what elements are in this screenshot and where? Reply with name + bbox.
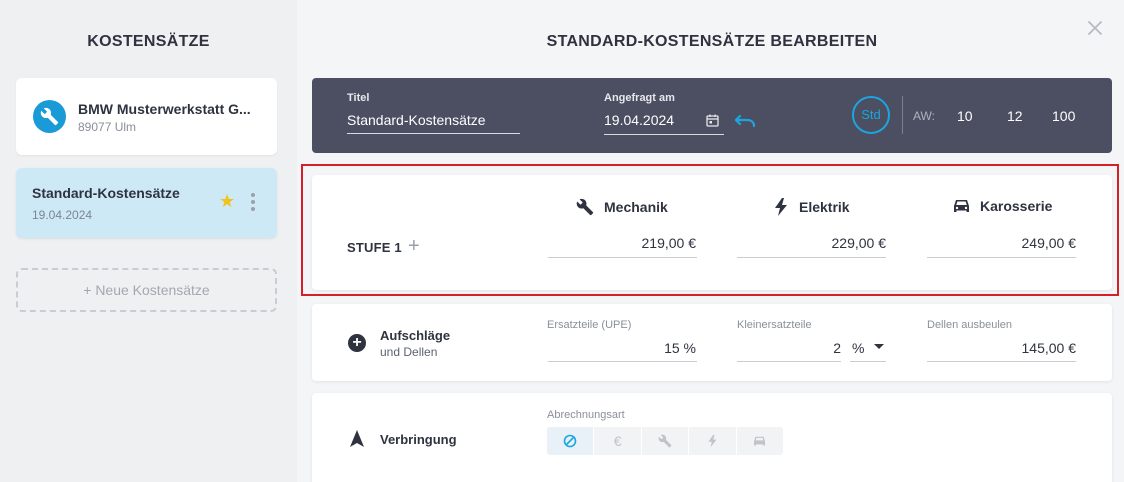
kostensatz-date: 19.04.2024 <box>32 208 93 222</box>
std-toggle-button[interactable]: Std <box>852 96 890 134</box>
angefragt-label: Angefragt am <box>604 92 675 104</box>
highlight-frame <box>301 164 1119 296</box>
add-stufe-icon[interactable]: + <box>408 236 420 256</box>
dellen-input[interactable]: 145,00 € <box>927 340 1077 356</box>
car-icon <box>954 199 969 212</box>
workshop-card[interactable]: BMW Musterwerkstatt G... 89077 Ulm <box>16 78 277 155</box>
dellen-label: Dellen ausbeulen <box>927 319 1013 331</box>
titel-input[interactable]: Standard-Kostensätze <box>347 112 486 128</box>
aw-value-2[interactable]: 12 <box>1007 108 1023 124</box>
navigation-arrow-icon <box>350 430 364 447</box>
sidebar-title: KOSTENSÄTZE <box>87 33 210 50</box>
car-icon <box>754 436 766 446</box>
lightning-icon <box>775 198 787 216</box>
prohibited-icon <box>563 434 577 448</box>
karosserie-header: Karosserie <box>953 198 1052 214</box>
star-icon[interactable]: ★ <box>219 192 235 210</box>
option-karosserie[interactable] <box>737 427 783 455</box>
mechanik-price-input[interactable]: 219,00 € <box>548 235 697 251</box>
aufschlaege-subtitle: und Dellen <box>380 345 438 359</box>
karosserie-label: Karosserie <box>980 198 1053 214</box>
more-options-icon[interactable] <box>251 193 255 214</box>
elektrik-price-input[interactable]: 229,00 € <box>737 235 887 251</box>
option-mechanik[interactable] <box>642 427 690 455</box>
chevron-down-icon[interactable] <box>874 344 884 349</box>
mechanik-header: Mechanik <box>576 198 668 216</box>
euro-icon: € <box>613 433 622 449</box>
date-input[interactable]: 19.04.2024 <box>604 112 674 128</box>
titel-label: Titel <box>347 92 370 104</box>
aw-value-1[interactable]: 10 <box>957 108 973 124</box>
karosserie-price-input[interactable]: 249,00 € <box>927 235 1077 251</box>
unit-select[interactable]: % <box>852 340 864 356</box>
new-kostensaetze-button[interactable]: + Neue Kostensätze <box>16 268 277 312</box>
divider <box>902 96 903 134</box>
add-circle-icon[interactable]: + <box>348 334 366 352</box>
verbringung-title: Verbringung <box>380 432 457 447</box>
aw-value-3[interactable]: 100 <box>1052 108 1075 124</box>
kleinersatzteile-label: Kleinersatzteile <box>737 319 812 331</box>
undo-icon[interactable] <box>734 112 756 128</box>
option-euro[interactable]: € <box>594 427 642 455</box>
ersatzteile-input[interactable]: 15 % <box>548 340 696 356</box>
header-bar: Titel Standard-Kostensätze Angefragt am … <box>312 78 1112 153</box>
calendar-icon[interactable] <box>706 114 719 127</box>
mechanik-label: Mechanik <box>604 199 668 215</box>
stufe-label: STUFE 1 <box>347 240 402 255</box>
lightning-icon <box>708 434 717 448</box>
aufschlaege-title: Aufschläge <box>380 328 451 343</box>
aw-label: AW: <box>913 109 936 123</box>
sidebar: KOSTENSÄTZE BMW Musterwerkstatt G... 890… <box>0 0 297 482</box>
close-icon[interactable] <box>1086 19 1104 37</box>
abrechnungsart-label: Abrechnungsart <box>547 409 625 421</box>
option-elektrik[interactable] <box>689 427 737 455</box>
workshop-city: 89077 Ulm <box>78 120 137 134</box>
ersatzteile-label: Ersatzteile (UPE) <box>547 319 632 331</box>
wrench-icon <box>576 198 594 216</box>
abrechnungsart-segmented: € <box>547 427 783 455</box>
kostensatz-title: Standard-Kostensätze <box>32 185 180 201</box>
dialog-title: STANDARD-KOSTENSÄTZE BEARBEITEN <box>546 33 878 50</box>
kleinersatzteile-input[interactable]: 2 <box>737 340 841 356</box>
option-none[interactable] <box>547 427 595 455</box>
kostensatz-card-selected[interactable]: Standard-Kostensätze 19.04.2024 ★ <box>16 168 277 238</box>
elektrik-header: Elektrik <box>773 198 850 216</box>
wrench-icon <box>658 434 672 448</box>
wrench-icon <box>33 100 66 133</box>
elektrik-label: Elektrik <box>799 199 850 215</box>
workshop-name: BMW Musterwerkstatt G... <box>78 101 251 117</box>
